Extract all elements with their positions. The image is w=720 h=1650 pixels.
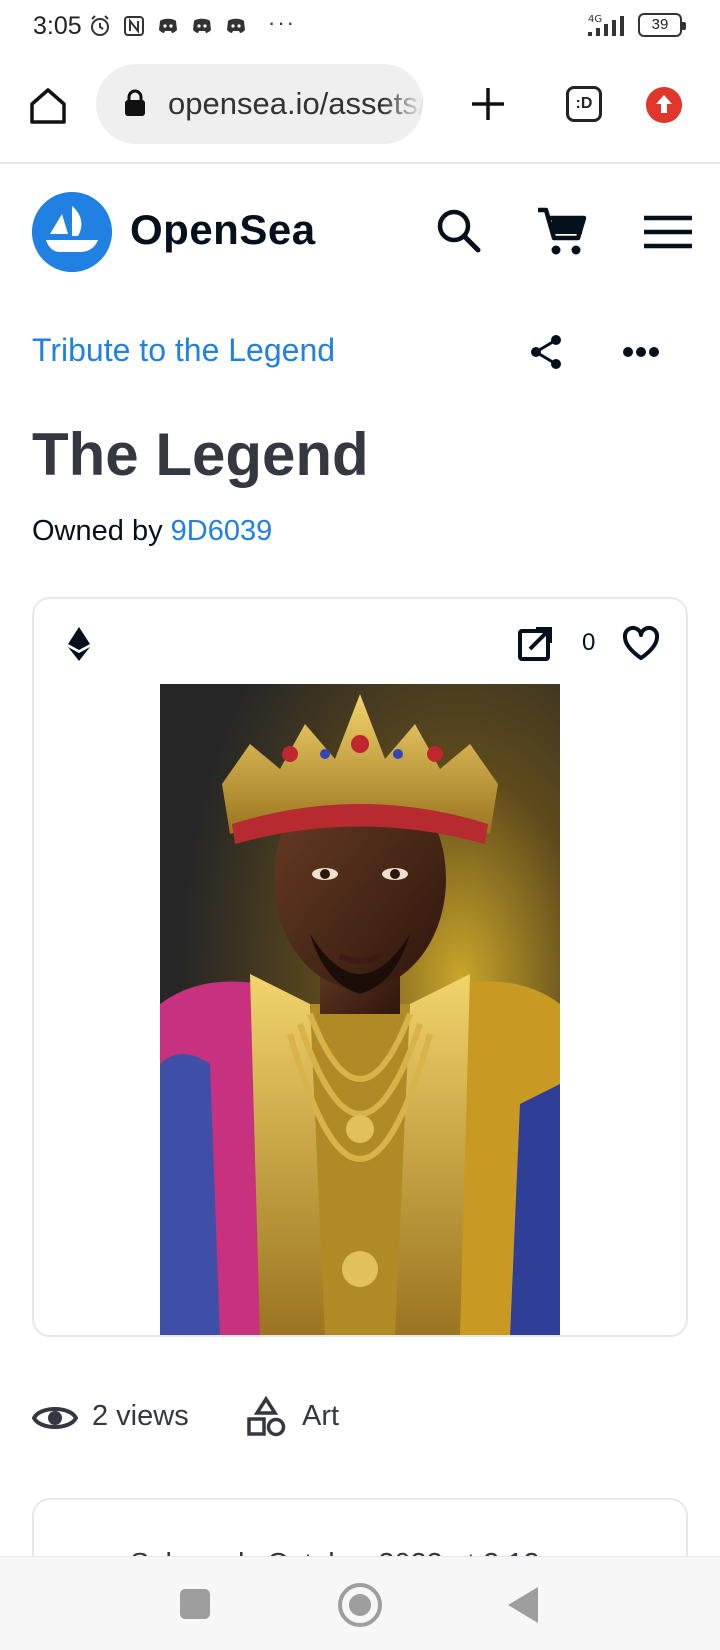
shapes-icon — [247, 1396, 286, 1437]
ethereum-icon — [68, 627, 90, 661]
battery-icon: 39 — [638, 13, 686, 37]
owner-link[interactable]: 9D6039 — [171, 515, 273, 547]
discord-icon — [227, 18, 245, 33]
browser-toolbar: opensea.io/assets/ethereum :D — [0, 54, 720, 164]
asset-artwork[interactable] — [160, 684, 560, 1337]
owned-by-label: Owned by — [32, 515, 163, 547]
back-button[interactable] — [508, 1587, 538, 1623]
discord-icon — [159, 18, 177, 33]
site-name[interactable]: OpenSea — [130, 206, 316, 254]
plus-icon[interactable] — [466, 82, 510, 126]
status-system-icons: 4G 39 — [586, 12, 686, 38]
opensea-logo-icon[interactable] — [32, 192, 112, 272]
home-button[interactable] — [338, 1583, 382, 1627]
discord-icon — [193, 18, 211, 33]
status-bar: 3:05 ··· 4G 39 — [0, 0, 720, 54]
heart-icon[interactable] — [622, 625, 660, 663]
address-bar[interactable]: opensea.io/assets/ethereum — [96, 64, 423, 144]
signal-icon: 4G — [588, 14, 624, 36]
status-notification-icons — [88, 14, 248, 38]
lock-icon — [125, 89, 145, 116]
collection-link[interactable]: Tribute to the Legend — [32, 332, 335, 369]
more-icon[interactable] — [622, 340, 660, 364]
favorite-count: 0 — [582, 629, 596, 656]
category-label[interactable]: Art — [302, 1400, 339, 1433]
external-link-icon[interactable] — [518, 627, 552, 661]
recents-button[interactable] — [180, 1589, 210, 1619]
battery-level: 39 — [651, 16, 669, 33]
eye-icon — [32, 1407, 78, 1429]
share-icon[interactable] — [528, 334, 564, 370]
asset-image-card: 0 — [32, 597, 688, 1337]
asset-title: The Legend — [32, 421, 369, 488]
home-icon[interactable] — [26, 84, 70, 128]
site-header: OpenSea — [0, 166, 720, 296]
status-overflow: ··· — [268, 10, 296, 35]
view-count: 2 views — [92, 1400, 189, 1432]
nfc-icon — [124, 16, 144, 36]
network-type: 4G — [588, 14, 602, 25]
cart-icon[interactable] — [534, 204, 590, 260]
tabs-icon: :D — [575, 95, 593, 112]
search-icon[interactable] — [434, 206, 484, 256]
status-time: 3:05 — [33, 12, 82, 40]
alarm-icon — [91, 15, 109, 36]
update-icon[interactable] — [646, 87, 682, 123]
tabs-button[interactable]: :D — [566, 86, 602, 122]
owner-row: Owned by 9D6039 — [32, 515, 272, 548]
menu-icon[interactable] — [642, 214, 694, 250]
url-fade — [383, 64, 423, 144]
system-nav-bar — [0, 1556, 720, 1650]
asset-meta-row: 2 views Art — [32, 1396, 688, 1440]
